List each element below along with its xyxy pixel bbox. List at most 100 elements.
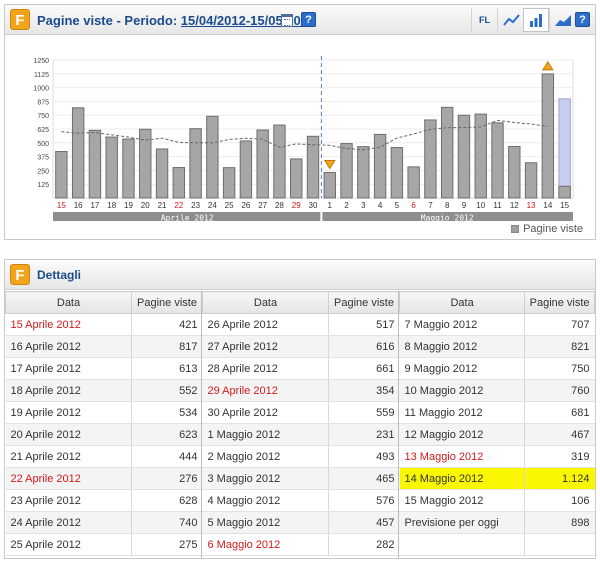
title-label: Pagine viste - Periodo: [37,13,178,28]
y-tick-label: 500 [37,141,49,148]
table-row: 24 Aprile 2012 740 [5,511,203,534]
details-table-3: Data Pagine viste 7 Maggio 2012 707 8 Magg… [398,291,595,556]
row-date: 24 Aprile 2012 [5,511,132,534]
row-date: 28 Aprile 2012 [202,357,329,380]
x-tick-label: 7 [428,201,433,210]
row-date: 6 Maggio 2012 [202,533,329,556]
x-tick-label: 13 [527,201,536,210]
period-link[interactable]: 15/04/2012-15/05/2012 [181,13,315,28]
row-date: 5 Maggio 2012 [202,511,329,534]
row-date: Previsione per oggi [399,511,525,534]
x-tick-label: 18 [107,201,116,210]
row-views: 559 [328,401,400,424]
help-icon[interactable]: ? [301,12,316,27]
row-date: 2 Maggio 2012 [202,445,329,468]
bar [373,133,387,199]
row-views: 661 [328,357,400,380]
column-divider [398,291,399,559]
x-tick-label: 11 [493,201,502,210]
bar [306,135,320,199]
bar [340,143,353,199]
row-date: 9 Maggio 2012 [399,357,525,380]
table-row: 4 Maggio 2012 576 [202,489,400,512]
row-date: 8 Maggio 2012 [399,335,525,358]
bar [390,147,404,199]
row-date: 30 Aprile 2012 [202,401,329,424]
bar-chart-button[interactable] [523,8,549,32]
row-views: 616 [328,335,400,358]
column-divider [201,291,202,559]
x-tick-label: 8 [445,201,450,210]
x-tick-label: 27 [258,201,267,210]
row-views: 276 [131,467,203,490]
month-label: Maggio 2012 [421,214,474,222]
row-views: 282 [328,533,400,556]
x-tick-label: 19 [124,201,133,210]
y-tick-label: 250 [37,168,49,175]
row-date: 10 Maggio 2012 [399,379,525,402]
row-date: 16 Aprile 2012 [5,335,132,358]
table-row: 16 Aprile 2012 817 [5,335,203,358]
row-date: 3 Maggio 2012 [202,467,329,490]
row-views: 750 [524,357,595,380]
details-header: F Dettagli [5,260,595,290]
x-tick-label: 4 [378,201,383,210]
x-tick-label: 30 [309,201,318,210]
bar [105,136,118,199]
table-row: 8 Maggio 2012 821 [399,335,595,358]
table-row: 13 Maggio 2012 319 [399,445,595,468]
fl-button[interactable]: FL [471,8,497,32]
row-date: 15 Maggio 2012 [399,489,525,512]
row-date: 7 Maggio 2012 [399,313,525,336]
bar [206,115,219,199]
table-row: 9 Maggio 2012 750 [399,357,595,380]
row-date: 17 Aprile 2012 [5,357,132,380]
x-tick-label: 24 [208,201,217,210]
toolbar-help-icon[interactable]: ? [575,12,590,27]
x-tick-label: 5 [395,201,400,210]
bar [256,129,269,199]
row-views: 628 [131,489,203,512]
x-tick-label: 3 [361,201,366,210]
bar-chart-icon [530,14,542,27]
app-logo-icon: F [10,264,30,285]
row-views: 319 [524,445,595,468]
row-date: 4 Maggio 2012 [202,489,329,512]
x-tick-label: 20 [141,201,150,210]
x-tick-label: 28 [275,201,284,210]
row-views: 613 [131,357,203,380]
line-chart-button[interactable] [497,8,523,32]
x-tick-label: 2 [344,201,349,210]
bar [524,162,538,199]
row-views [524,533,595,556]
y-tick-label: 1125 [34,72,49,79]
column-header-views: Pagine viste [328,291,400,314]
details-table-1: Data Pagine viste 15 Aprile 2012 421 16 Ap… [5,291,203,556]
table-row: 2 Maggio 2012 493 [202,445,400,468]
row-views: 1.124 [524,467,595,490]
table-row: 7 Maggio 2012 707 [399,313,595,336]
x-tick-label: 23 [191,201,200,210]
table-row: 27 Aprile 2012 616 [202,335,400,358]
row-date: 25 Aprile 2012 [5,533,132,556]
details-table-2: Data Pagine viste 26 Aprile 2012 517 27 Ap… [202,291,400,556]
chart-header: F Pagine viste - Periodo: 15/04/2012-15/… [5,5,595,35]
bar [541,73,555,199]
bar [172,167,186,199]
row-views: 623 [131,423,203,446]
row-date: 14 Maggio 2012 [399,467,525,490]
area-chart-button[interactable] [549,8,575,32]
x-tick-label: 25 [225,201,234,210]
calendar-icon[interactable] [281,14,293,27]
table-row: 29 Aprile 2012 354 [202,379,400,402]
row-views: 707 [524,313,595,336]
row-views: 517 [328,313,400,336]
x-tick-label: 15 [57,201,66,210]
row-date: 20 Aprile 2012 [5,423,132,446]
table-row: 15 Aprile 2012 421 [5,313,203,336]
month-label: Aprile 2012 [161,214,214,222]
forecast-bar [558,98,571,199]
row-views: 817 [131,335,203,358]
x-tick-label: 9 [462,201,467,210]
bar [71,107,85,199]
